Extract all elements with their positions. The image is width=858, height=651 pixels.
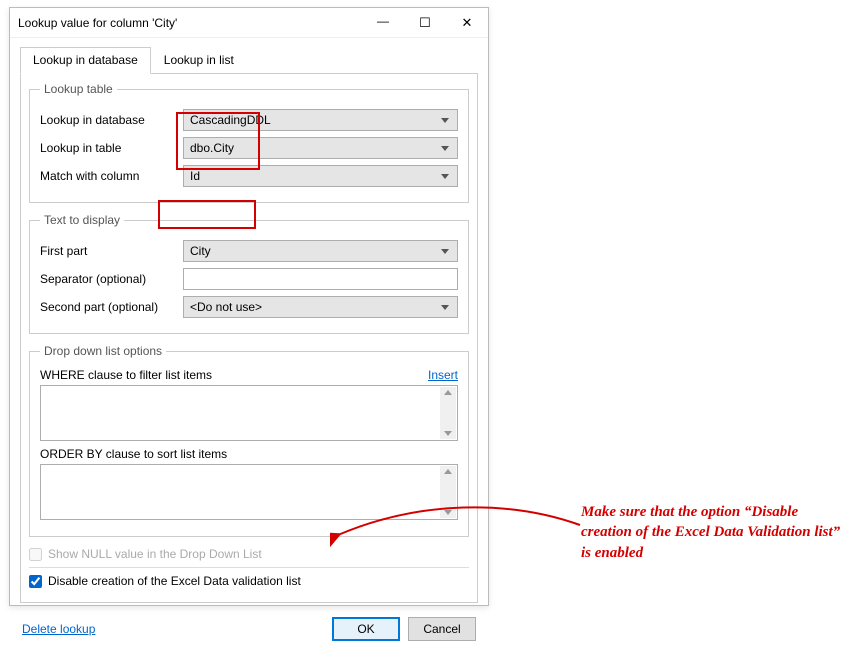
label-order-by: ORDER BY clause to sort list items — [40, 447, 458, 461]
checkbox-disable-excel[interactable] — [29, 575, 42, 588]
check-disable-excel-row[interactable]: Disable creation of the Excel Data valid… — [29, 574, 469, 588]
select-lookup-table[interactable]: dbo.City — [183, 137, 458, 159]
label-lookup-database: Lookup in database — [40, 113, 183, 127]
label-where-clause: WHERE clause to filter list items — [40, 368, 458, 382]
group-lookup-table-legend: Lookup table — [40, 82, 117, 96]
close-icon[interactable] — [446, 8, 488, 38]
link-delete-lookup[interactable]: Delete lookup — [22, 622, 95, 636]
dialog-content: Lookup in database Lookup in list Lookup… — [10, 38, 488, 651]
select-lookup-table-value: dbo.City — [190, 141, 234, 155]
tab-lookup-list[interactable]: Lookup in list — [151, 47, 247, 74]
select-match-column-value: Id — [190, 169, 200, 183]
tabstrip: Lookup in database Lookup in list — [20, 47, 478, 74]
separator-line — [29, 567, 469, 568]
group-lookup-table: Lookup table Lookup in database Cascadin… — [29, 82, 469, 203]
select-second-part[interactable]: <Do not use> — [183, 296, 458, 318]
link-insert[interactable]: Insert — [428, 368, 458, 382]
label-first-part: First part — [40, 244, 183, 258]
select-first-part-value: City — [190, 244, 211, 258]
scrollbar-icon[interactable] — [440, 466, 456, 518]
group-ddl-options-legend: Drop down list options — [40, 344, 166, 358]
label-separator: Separator (optional) — [40, 272, 183, 286]
ok-button[interactable]: OK — [332, 617, 400, 641]
label-lookup-table: Lookup in table — [40, 141, 183, 155]
scrollbar-icon[interactable] — [440, 387, 456, 439]
textarea-order-by[interactable] — [40, 464, 458, 520]
lookup-dialog: Lookup value for column 'City' Lookup in… — [9, 7, 489, 606]
select-lookup-database-value: CascadingDDL — [190, 113, 271, 127]
check-show-null-row: Show NULL value in the Drop Down List — [29, 547, 469, 561]
select-second-part-value: <Do not use> — [190, 300, 262, 314]
titlebar: Lookup value for column 'City' — [10, 8, 488, 38]
tab-lookup-database[interactable]: Lookup in database — [20, 47, 151, 74]
select-lookup-database[interactable]: CascadingDDL — [183, 109, 458, 131]
label-show-null: Show NULL value in the Drop Down List — [48, 547, 262, 561]
tab-panel-database: Lookup table Lookup in database Cascadin… — [20, 73, 478, 603]
window-title: Lookup value for column 'City' — [18, 16, 362, 30]
annotation-text: Make sure that the option “Disable creat… — [581, 502, 841, 563]
select-first-part[interactable]: City — [183, 240, 458, 262]
label-second-part: Second part (optional) — [40, 300, 183, 314]
group-text-display-legend: Text to display — [40, 213, 124, 227]
cancel-button[interactable]: Cancel — [408, 617, 476, 641]
textarea-where-clause[interactable] — [40, 385, 458, 441]
label-disable-excel: Disable creation of the Excel Data valid… — [48, 574, 301, 588]
checkbox-show-null — [29, 548, 42, 561]
group-ddl-options: Drop down list options Insert WHERE clau… — [29, 344, 469, 537]
group-text-display: Text to display First part City Separato… — [29, 213, 469, 334]
dialog-footer: Delete lookup OK Cancel — [20, 617, 478, 641]
input-separator[interactable] — [183, 268, 458, 290]
minimize-icon[interactable] — [362, 8, 404, 38]
label-match-column: Match with column — [40, 169, 183, 183]
maximize-icon[interactable] — [404, 8, 446, 38]
select-match-column[interactable]: Id — [183, 165, 458, 187]
